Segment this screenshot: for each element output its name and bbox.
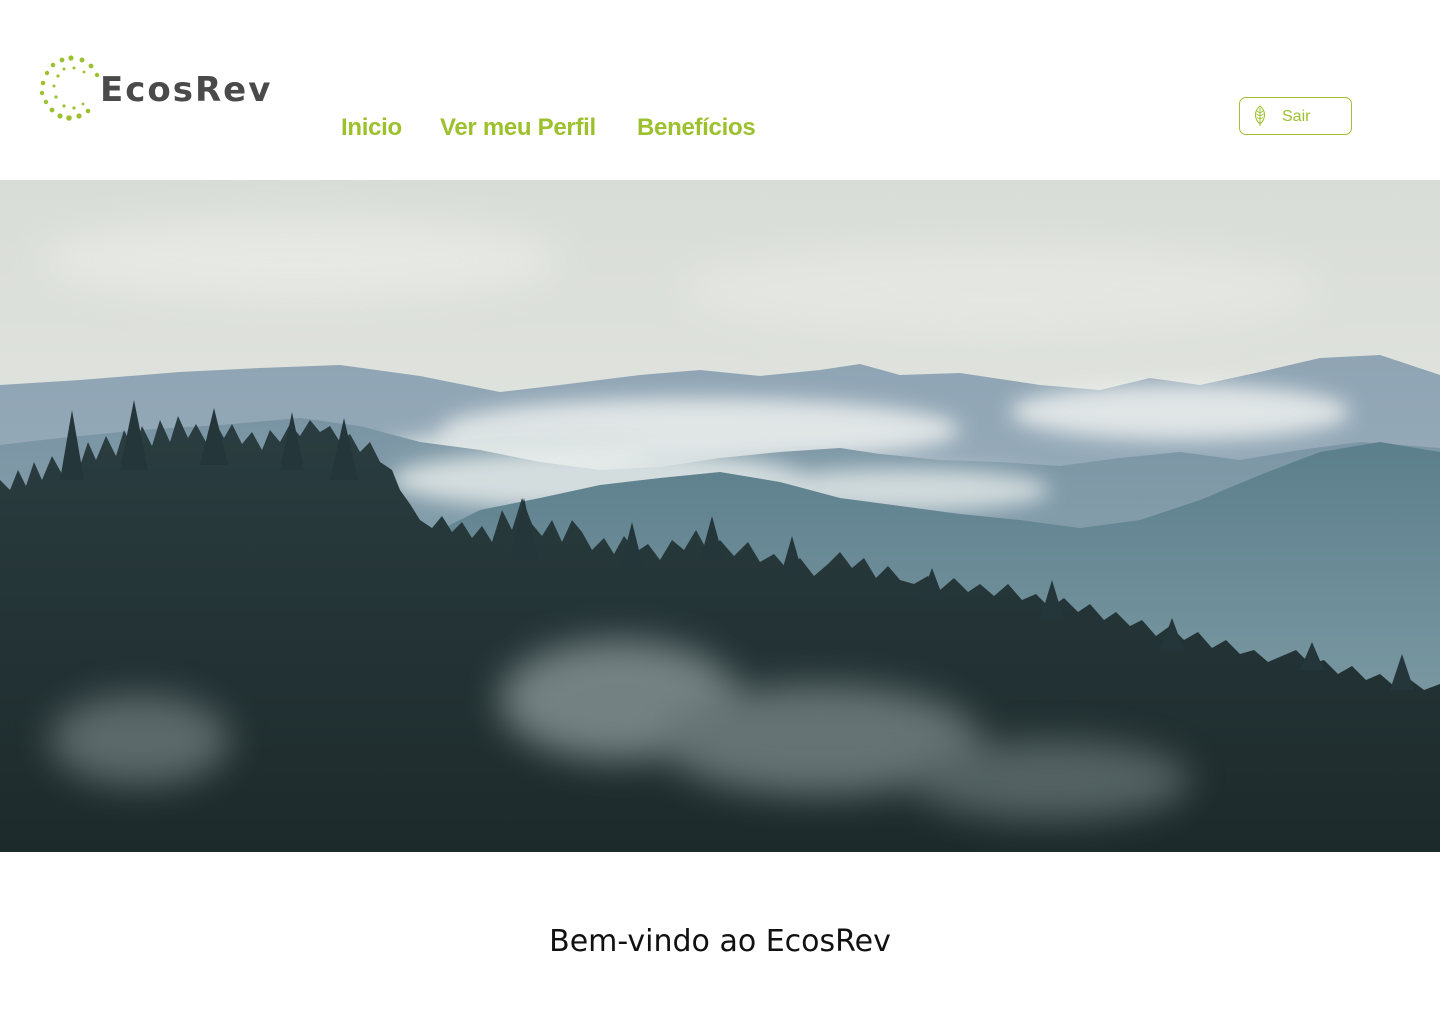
header: EcosRev Inicio Ver meu Perfil Benefícios… (0, 0, 1440, 180)
logout-button[interactable]: Sair (1239, 97, 1352, 135)
hero-banner (0, 180, 1440, 852)
brand-logo[interactable]: EcosRev (38, 54, 278, 124)
misty-forest-mountains-image (0, 180, 1440, 852)
brand-name: EcosRev (100, 70, 273, 110)
logout-button-label: Sair (1282, 108, 1311, 125)
welcome-heading: Bem-vindo ao EcosRev (549, 924, 891, 959)
leaf-icon (1254, 105, 1266, 126)
nav-link-ver-meu-perfil[interactable]: Ver meu Perfil (440, 114, 596, 142)
dotted-circle-logo-icon (39, 55, 100, 121)
nav-link-beneficios[interactable]: Benefícios (637, 114, 756, 142)
nav-link-inicio[interactable]: Inicio (341, 114, 402, 142)
page: EcosRev Inicio Ver meu Perfil Benefícios… (0, 0, 1440, 1024)
